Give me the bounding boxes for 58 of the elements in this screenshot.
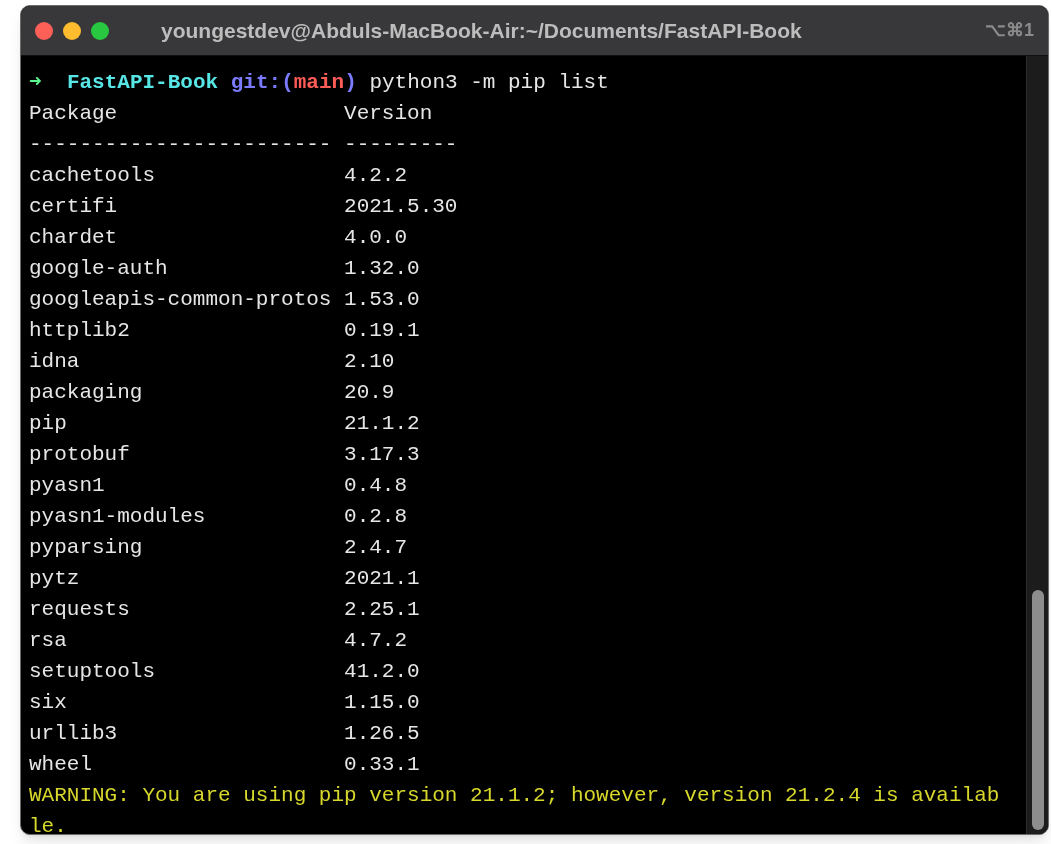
warning-text: le. [29, 815, 67, 834]
directory-name: FastAPI-Book [66, 71, 219, 94]
git-label: git:( [230, 71, 294, 94]
package-name: googleapis-common-protos [29, 287, 333, 313]
package-name: pyparsing [29, 535, 144, 561]
package-version: 3.17.3 [344, 442, 420, 468]
minimize-icon[interactable] [63, 21, 81, 40]
package-name: pyasn1-modules [29, 504, 207, 530]
package-name: certifi [29, 194, 119, 220]
column-header: Package [29, 101, 119, 127]
package-name: cachetools [29, 163, 157, 189]
package-version: 1.15.0 [344, 690, 420, 716]
package-name: pytz [29, 566, 81, 592]
package-version: 1.26.5 [344, 721, 420, 747]
package-version: 2.10 [344, 349, 395, 375]
close-icon[interactable] [35, 21, 53, 40]
maximize-icon[interactable] [91, 21, 109, 40]
package-name: google-auth [29, 256, 169, 282]
package-version: 4.0.0 [344, 225, 408, 251]
git-label: ) [344, 71, 357, 94]
package-version: 21.1.2 [344, 411, 420, 437]
package-name: requests [29, 597, 131, 623]
package-version: 0.33.1 [344, 752, 420, 778]
package-name: protobuf [29, 442, 131, 468]
package-version: 4.2.2 [344, 163, 408, 189]
package-version: 0.2.8 [344, 504, 408, 530]
package-name: setuptools [29, 659, 157, 685]
package-version: 41.2.0 [344, 659, 420, 685]
package-version: 1.53.0 [344, 287, 420, 313]
prompt-arrow: ➜ [29, 71, 42, 94]
shortcut-label: ⌥⌘1 [985, 19, 1034, 42]
package-name: pyasn1 [29, 473, 106, 499]
package-name: idna [29, 349, 81, 375]
package-version: 20.9 [344, 380, 395, 406]
package-version: 2.4.7 [344, 535, 408, 561]
branch-name: main [293, 71, 345, 94]
separator-text: ------------------------ [29, 132, 333, 158]
package-name: httplib2 [29, 318, 131, 344]
scrollbar-thumb[interactable] [1031, 590, 1044, 830]
package-name: pip [29, 411, 68, 437]
package-version: 1.32.0 [344, 256, 420, 282]
window-title: youngestdev@Abduls-MacBook-Air:~/Documents/FastAPI-Book [161, 17, 802, 44]
package-version: 2.25.1 [344, 597, 420, 623]
package-version: 0.4.8 [344, 473, 408, 499]
package-name: wheel [29, 752, 93, 778]
package-name: rsa [29, 628, 68, 654]
package-version: 2021.5.30 [344, 194, 458, 220]
package-name: packaging [29, 380, 144, 406]
package-name: six [29, 690, 68, 716]
warning-text: WARNING: You are using pip version 21.1.2; however, version 21.2.4 is availab [29, 784, 1000, 807]
package-version: 2021.1 [344, 566, 420, 592]
package-version: 0.19.1 [344, 318, 420, 344]
separator-text: --------- [344, 132, 458, 158]
package-version: 4.7.2 [344, 628, 408, 654]
command-text: python3 -m pip list [369, 71, 609, 94]
package-name: urllib3 [29, 721, 119, 747]
column-header: Version [344, 101, 433, 127]
package-name: chardet [29, 225, 119, 251]
